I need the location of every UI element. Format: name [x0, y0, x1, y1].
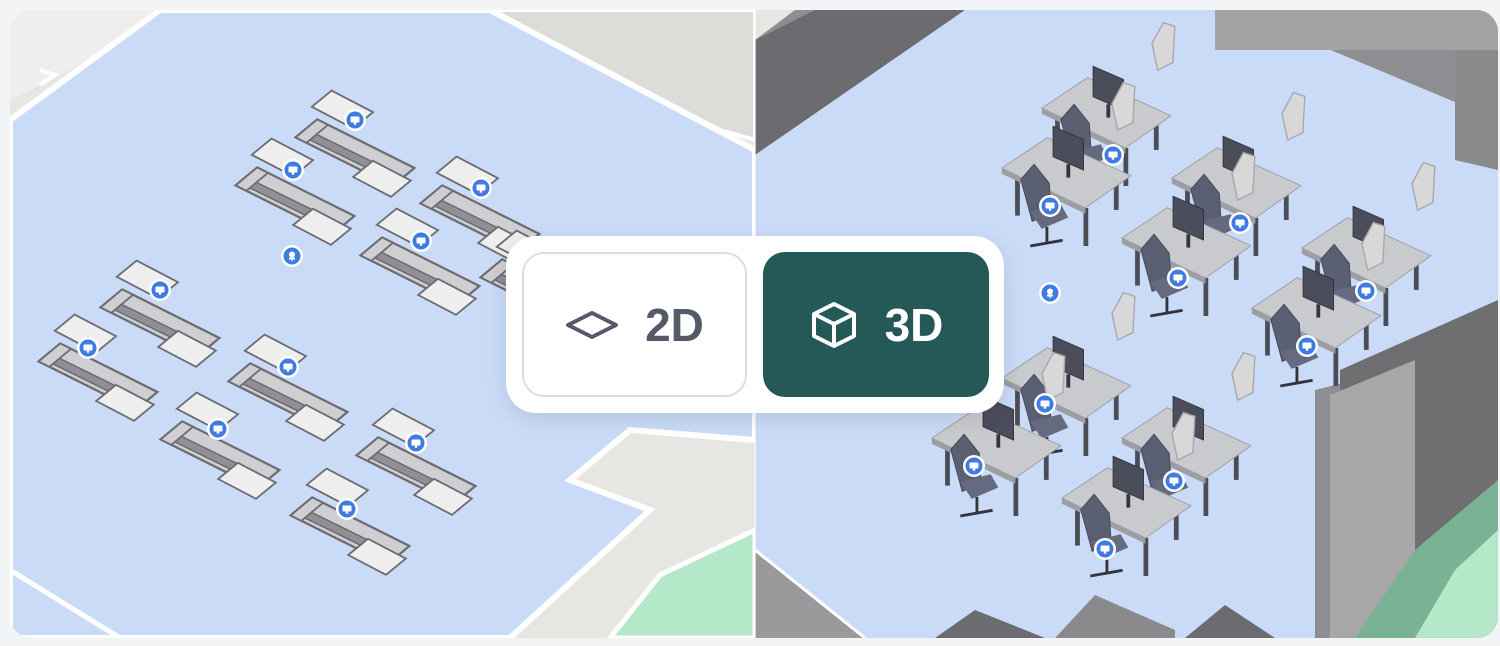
desk-pin-icon — [1167, 267, 1189, 289]
toggle-3d-label: 3D — [884, 298, 944, 351]
desk-pin-icon — [963, 455, 985, 477]
chair-pin-icon — [281, 245, 303, 267]
toggle-2d-button[interactable]: 2D — [522, 252, 747, 397]
desk-pin-icon — [410, 230, 432, 252]
desk-pin-icon — [344, 109, 366, 131]
desk-pin-icon — [1163, 470, 1185, 492]
desk-pin-icon — [149, 279, 171, 301]
desk-pin-icon — [77, 337, 99, 359]
desk-pin-icon — [336, 498, 358, 520]
flat-plane-icon — [565, 310, 619, 340]
chair-pin-icon — [1039, 282, 1061, 304]
desk-pin-icon — [1229, 212, 1251, 234]
desk-pin-icon — [1355, 280, 1377, 302]
desk-pin-icon — [470, 177, 492, 199]
desk-pin-icon — [1296, 335, 1318, 357]
desk-pin-icon — [277, 356, 299, 378]
desk-pin-icon — [1039, 195, 1061, 217]
desk-pin-icon — [405, 432, 427, 454]
desk-pin-icon — [207, 418, 229, 440]
desk-pin-icon — [1034, 393, 1056, 415]
view-mode-toggle: 2D 3D — [506, 236, 1004, 413]
toggle-3d-button[interactable]: 3D — [763, 252, 989, 397]
cube-icon — [809, 300, 859, 350]
desk-pin-icon — [1094, 538, 1116, 560]
desk-pin-icon — [1102, 144, 1124, 166]
desk-pin-icon — [282, 159, 304, 181]
toggle-2d-label: 2D — [645, 298, 704, 351]
